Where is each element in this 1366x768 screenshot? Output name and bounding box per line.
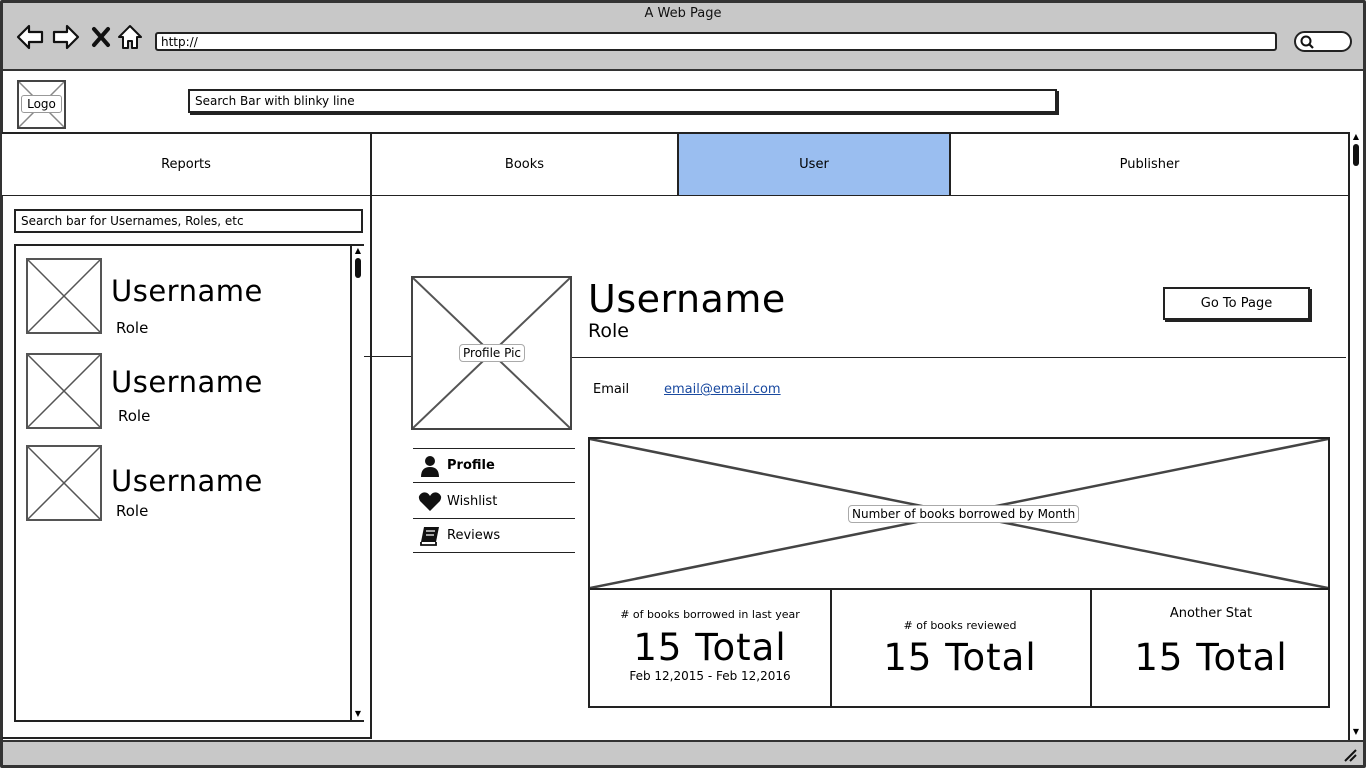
user-list: Username Role Username Role Username Rol…: [14, 244, 364, 722]
tab-publisher[interactable]: Publisher: [951, 134, 1348, 195]
stat-caption: Another Stat: [1169, 606, 1253, 621]
list-item[interactable]: Username Role: [16, 445, 346, 525]
stat-value: 15 Total: [1134, 636, 1288, 679]
user-name: Username: [111, 274, 263, 308]
menu-item-reviews[interactable]: Reviews: [413, 519, 575, 553]
go-to-page-button[interactable]: Go To Page: [1163, 287, 1310, 320]
stat-caption: # of books reviewed: [903, 619, 1017, 632]
back-icon[interactable]: [15, 22, 45, 52]
email-link[interactable]: email@email.com: [664, 382, 781, 397]
stats-row: # of books borrowed in last year 15 Tota…: [588, 590, 1330, 708]
profile-pic-label: Profile Pic: [459, 344, 526, 362]
profile-pic: Profile Pic: [411, 276, 572, 430]
menu-item-profile[interactable]: Profile: [413, 449, 575, 483]
url-input[interactable]: http://: [155, 32, 1277, 51]
book-icon: [413, 525, 447, 547]
scroll-down-icon[interactable]: ▼: [353, 710, 363, 718]
stat-date-range: Feb 12,2015 - Feb 12,2016: [629, 669, 791, 683]
connector-line: [364, 356, 412, 357]
stat-borrowed: # of books borrowed in last year 15 Tota…: [590, 590, 832, 706]
header-divider: [572, 357, 1346, 358]
stat-value: 15 Total: [883, 636, 1037, 679]
browser-search-field[interactable]: [1294, 31, 1352, 52]
forward-icon[interactable]: [51, 22, 81, 52]
page-scrollbar[interactable]: ▲ ▼: [1348, 132, 1362, 740]
heart-icon: [413, 491, 447, 512]
search-icon: [1300, 35, 1314, 49]
user-role: Role: [116, 319, 149, 337]
email-label: Email: [593, 382, 630, 397]
tab-books[interactable]: Books: [372, 134, 679, 195]
close-icon[interactable]: [86, 22, 116, 52]
menu-item-label: Profile: [447, 458, 495, 473]
list-item[interactable]: Username Role: [16, 258, 346, 338]
logo-label: Logo: [21, 95, 62, 113]
chart-placeholder: Number of books borrowed by Month: [588, 437, 1330, 590]
menu-item-label: Wishlist: [447, 494, 498, 509]
page-title: Username: [588, 277, 786, 321]
list-scroll-thumb[interactable]: [355, 258, 361, 278]
scroll-up-icon[interactable]: ▲: [1351, 133, 1361, 141]
role-label: Role: [588, 320, 629, 342]
tab-user[interactable]: User: [679, 134, 951, 195]
user-name: Username: [111, 464, 263, 498]
window-title: A Web Page: [644, 6, 722, 21]
user-avatar: [26, 445, 102, 521]
user-search-input[interactable]: Search bar for Usernames, Roles, etc: [14, 209, 363, 233]
user-icon: [413, 455, 447, 477]
user-role: Role: [116, 502, 149, 520]
tab-bar: Reports Books User Publisher: [2, 132, 1348, 196]
user-avatar: [26, 258, 102, 334]
scroll-up-icon[interactable]: ▲: [353, 247, 363, 255]
tab-reports[interactable]: Reports: [2, 134, 372, 195]
stat-another: Another Stat 15 Total: [1092, 590, 1330, 706]
stat-caption: # of books borrowed in last year: [620, 608, 800, 621]
list-item[interactable]: Username Role: [16, 353, 346, 433]
menu-item-label: Reviews: [447, 528, 501, 543]
menu-item-wishlist[interactable]: Wishlist: [413, 485, 575, 519]
status-bar: [3, 740, 1363, 765]
user-name: Username: [111, 365, 263, 399]
home-icon[interactable]: [115, 22, 145, 52]
chart-label: Number of books borrowed by Month: [848, 505, 1080, 523]
page-scroll-thumb[interactable]: [1353, 144, 1359, 166]
resize-grip-icon[interactable]: [1343, 748, 1357, 762]
user-avatar: [26, 353, 102, 429]
search-input[interactable]: Search Bar with blinky line: [188, 89, 1057, 113]
user-role: Role: [118, 407, 151, 425]
stat-reviewed: # of books reviewed 15 Total: [832, 590, 1092, 706]
list-scrollbar[interactable]: ▲ ▼: [350, 246, 364, 720]
scroll-down-icon[interactable]: ▼: [1351, 728, 1361, 736]
stat-value: 15 Total: [633, 626, 787, 669]
